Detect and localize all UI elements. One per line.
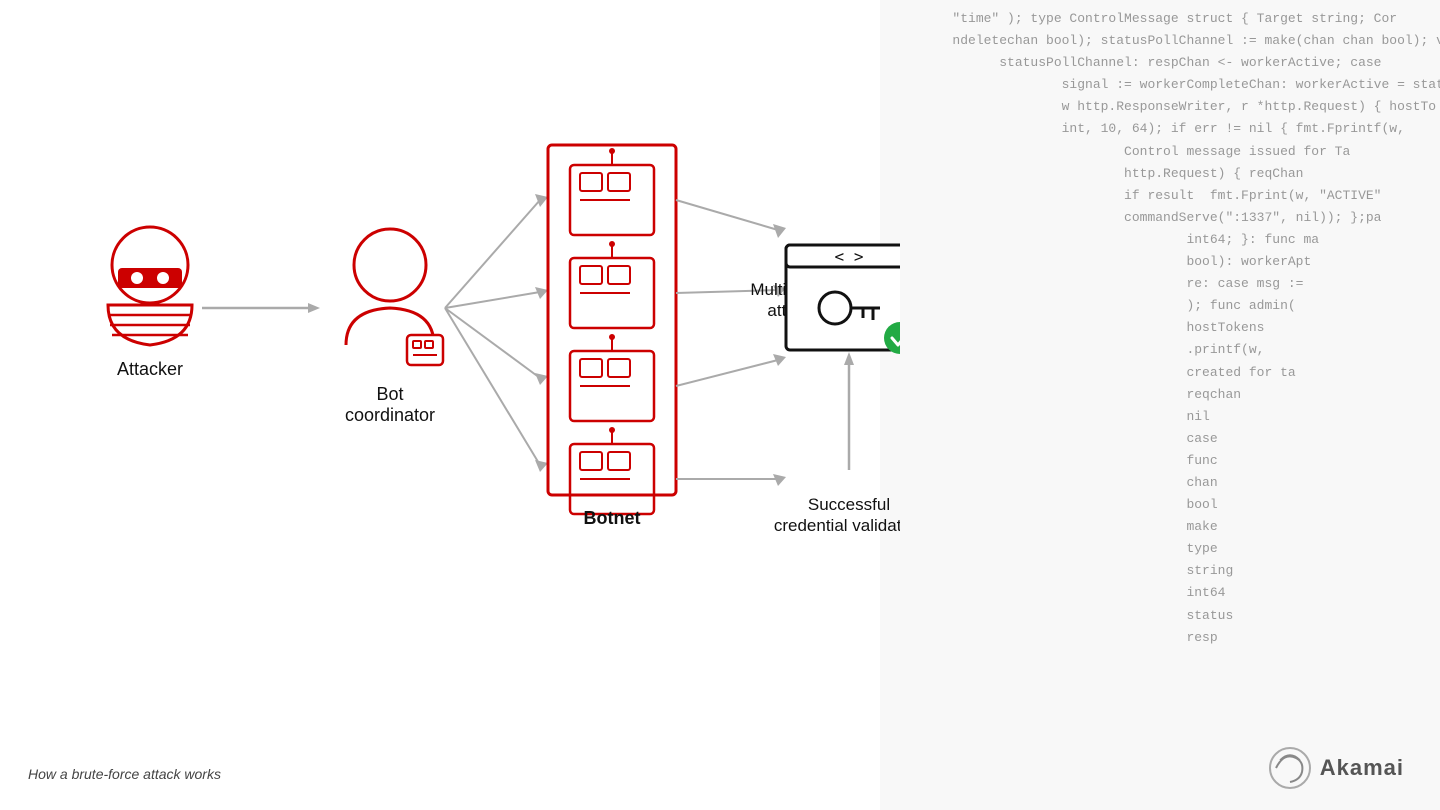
code-background: "time" ); type ControlMessage struct { T… — [880, 0, 1440, 810]
attacker-label: Attacker — [117, 359, 183, 379]
successful-cred-line1: Successful — [808, 495, 890, 514]
bot-coordinator-label-line2: coordinator — [345, 405, 435, 425]
bot-coordinator-label-line1: Bot — [376, 384, 403, 404]
successful-cred-line2: credential validation — [774, 516, 900, 535]
svg-text:< >: < > — [835, 247, 864, 266]
botnet-label: Botnet — [584, 508, 641, 528]
akamai-logo-icon — [1266, 744, 1314, 792]
akamai-logo: Akamai — [1266, 744, 1404, 792]
akamai-logo-text: Akamai — [1320, 755, 1404, 781]
diagram-svg: Attacker Bot coordinator — [0, 0, 900, 810]
code-text: "time" ); type ControlMessage struct { T… — [880, 0, 1440, 679]
caption: How a brute-force attack works — [28, 766, 221, 782]
